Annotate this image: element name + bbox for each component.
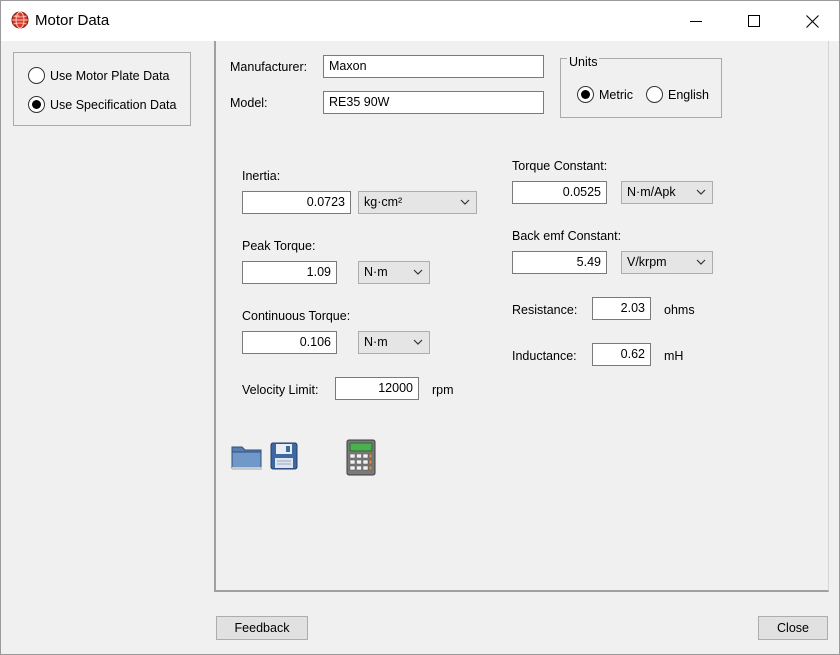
- manufacturer-label: Manufacturer:: [230, 60, 308, 74]
- radio-label: Use Specification Data: [50, 97, 177, 112]
- window-title: Motor Data: [35, 12, 110, 29]
- peak-torque-label: Peak Torque:: [242, 239, 316, 253]
- english-radio[interactable]: English: [646, 86, 709, 103]
- manufacturer-input[interactable]: Maxon: [323, 55, 544, 78]
- chevron-down-icon: [696, 189, 706, 195]
- calculator-icon: [346, 439, 376, 476]
- peak-torque-unit-value: N·m: [364, 265, 388, 279]
- continuous-torque-unit-value: N·m: [364, 335, 388, 349]
- minimize-button[interactable]: [667, 1, 725, 41]
- radio-indicator: [646, 86, 663, 103]
- continuous-torque-label: Continuous Torque:: [242, 309, 351, 323]
- continuous-torque-input[interactable]: 0.106: [242, 331, 337, 354]
- back-emf-unit-select[interactable]: V/krpm: [621, 251, 713, 274]
- use-motor-plate-data-radio[interactable]: Use Motor Plate Data: [28, 67, 170, 84]
- use-specification-data-radio[interactable]: Use Specification Data: [28, 96, 176, 113]
- back-emf-unit-value: V/krpm: [627, 255, 667, 269]
- save-button[interactable]: [269, 441, 299, 471]
- back-emf-input[interactable]: 5.49: [512, 251, 607, 274]
- units-legend: Units: [567, 55, 600, 69]
- back-emf-label: Back emf Constant:: [512, 229, 622, 243]
- data-source-group: Use Motor Plate Data Use Specification D…: [13, 52, 191, 126]
- inductance-unit: mH: [664, 349, 684, 363]
- radio-indicator-selected: [28, 96, 45, 113]
- english-label: English: [668, 87, 709, 102]
- inertia-unit-select[interactable]: kg·cm²: [358, 191, 477, 214]
- title-bar[interactable]: Motor Data: [0, 0, 840, 41]
- close-icon: [805, 14, 819, 28]
- velocity-limit-label: Velocity Limit:: [242, 383, 319, 397]
- velocity-limit-unit: rpm: [432, 383, 454, 397]
- torque-constant-unit-select[interactable]: N·m/Apk: [621, 181, 713, 204]
- maximize-button[interactable]: [725, 1, 783, 41]
- open-folder-icon: [231, 446, 262, 470]
- chevron-down-icon: [696, 259, 706, 265]
- model-input[interactable]: RE35 90W: [323, 91, 544, 114]
- close-button[interactable]: Close: [758, 616, 828, 640]
- save-disk-icon: [270, 442, 298, 470]
- resistance-unit: ohms: [664, 303, 695, 317]
- chevron-down-icon: [460, 199, 470, 205]
- peak-torque-unit-select[interactable]: N·m: [358, 261, 430, 284]
- inertia-label: Inertia:: [242, 169, 281, 183]
- torque-constant-input[interactable]: 0.0525: [512, 181, 607, 204]
- metric-radio[interactable]: Metric: [577, 86, 633, 103]
- velocity-limit-input[interactable]: 12000: [335, 377, 419, 400]
- open-folder-button[interactable]: [230, 441, 264, 471]
- app-globe-icon: [11, 11, 29, 29]
- window-close-button[interactable]: [783, 1, 840, 41]
- resistance-label: Resistance:: [512, 303, 578, 317]
- feedback-button[interactable]: Feedback: [216, 616, 308, 640]
- inductance-label: Inductance:: [512, 349, 577, 363]
- torque-constant-label: Torque Constant:: [512, 159, 608, 173]
- calculator-button[interactable]: [345, 439, 377, 476]
- radio-label: Use Motor Plate Data: [50, 68, 170, 83]
- maximize-icon: [748, 15, 760, 27]
- model-label: Model:: [230, 96, 268, 110]
- chevron-down-icon: [413, 339, 423, 345]
- chevron-down-icon: [413, 269, 423, 275]
- inductance-input[interactable]: 0.62: [592, 343, 651, 366]
- inertia-input[interactable]: 0.0723: [242, 191, 351, 214]
- peak-torque-input[interactable]: 1.09: [242, 261, 337, 284]
- radio-indicator-selected: [577, 86, 594, 103]
- inertia-unit-value: kg·cm²: [364, 195, 403, 209]
- metric-label: Metric: [599, 87, 634, 102]
- continuous-torque-unit-select[interactable]: N·m: [358, 331, 430, 354]
- torque-constant-unit-value: N·m/Apk: [627, 185, 676, 199]
- resistance-input[interactable]: 2.03: [592, 297, 651, 320]
- radio-indicator: [28, 67, 45, 84]
- minimize-icon: [690, 21, 702, 22]
